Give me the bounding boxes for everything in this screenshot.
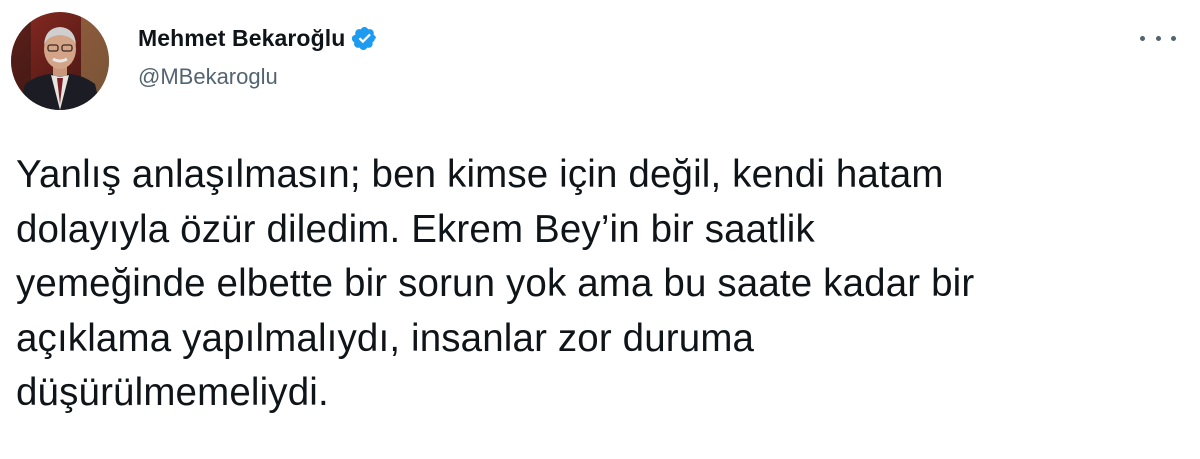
tweet-card: Mehmet Bekaroğlu @MBekaroglu Yanlış anla… [0, 0, 1200, 459]
author-handle[interactable]: @MBekaroglu [138, 64, 278, 90]
tweet-text: Yanlış anlaşılmasın; ben kimse için deği… [16, 148, 1191, 421]
tweet-text-line: açıklama yapılmalıydı, insanlar zor duru… [16, 316, 755, 360]
tweet-text-line: düşürülmemeliydi. [16, 371, 329, 414]
tweet-text-line: yemeğinde elbette bir sorun yok ama bu s… [16, 262, 975, 305]
more-options-icon[interactable] [1140, 28, 1176, 48]
author-display-name[interactable]: Mehmet Bekaroğlu [138, 25, 345, 52]
avatar-photo [11, 12, 109, 110]
more-dot [1140, 35, 1145, 41]
more-dot [1171, 35, 1176, 41]
more-dot [1155, 35, 1161, 41]
tweet-text-line: dolayıyla özür diledim. Ekrem Bey’in bir… [16, 207, 815, 251]
author-name-row: Mehmet Bekaroğlu [138, 22, 378, 54]
verified-badge-icon [351, 25, 378, 52]
author-avatar[interactable] [11, 12, 109, 110]
tweet-text-line: Yanlış anlaşılmasın; ben kimse için deği… [16, 153, 944, 196]
